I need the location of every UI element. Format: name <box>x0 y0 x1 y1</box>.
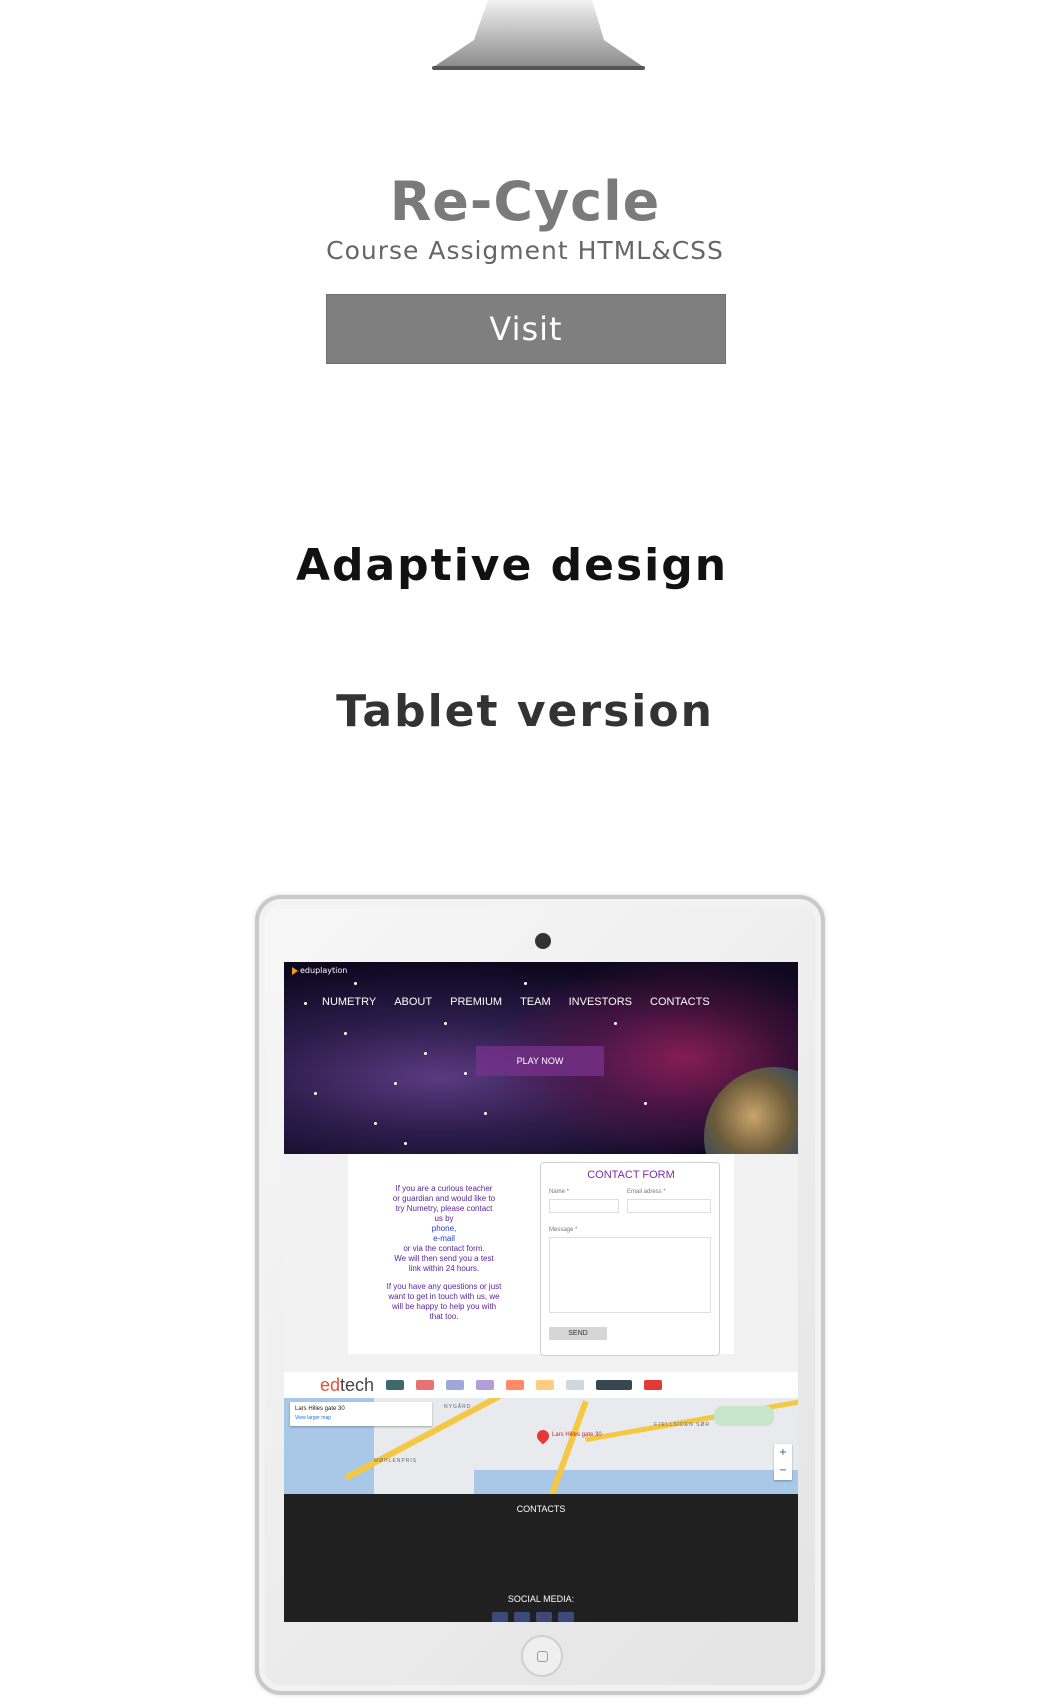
map-place: MØHLENPRIS <box>374 1458 418 1464</box>
edtech-logo: edtech <box>320 1374 375 1395</box>
map-place: NYGÅRD <box>444 1404 472 1410</box>
map-pin-icon[interactable] <box>534 1427 552 1445</box>
name-label: Name * <box>549 1189 570 1195</box>
footer-social-heading: SOCIAL MEDIA: <box>507 1594 575 1604</box>
social-icons <box>492 1612 574 1622</box>
nav-item-about[interactable]: ABOUT <box>394 996 432 1008</box>
map-address: Lars Hilles gate 30 <box>295 1406 345 1412</box>
form-title: CONTACT FORM <box>587 1169 675 1181</box>
twitter-icon[interactable] <box>558 1612 574 1622</box>
message-label: Message * <box>549 1227 578 1233</box>
monitor-stand <box>432 0 645 70</box>
email-link[interactable]: e-mail <box>384 1234 504 1244</box>
footer-contacts-heading: CONTACTS <box>516 1504 566 1514</box>
email-input[interactable] <box>627 1199 711 1213</box>
home-button <box>521 1635 563 1677</box>
partner-logo <box>566 1380 585 1390</box>
partner-logo <box>596 1380 633 1390</box>
contact-form: CONTACT FORM Name * Email adress * Messa… <box>540 1162 720 1356</box>
play-now-button[interactable]: PLAY NOW <box>476 1046 604 1076</box>
project-title: Re-Cycle <box>389 170 661 233</box>
partner-logo <box>476 1380 495 1390</box>
send-button[interactable]: SEND <box>549 1327 607 1340</box>
map-place: FJELLSIDEN SØR <box>654 1422 710 1428</box>
site-footer: CONTACTS SOCIAL MEDIA: <box>284 1494 798 1622</box>
play-icon <box>292 966 298 975</box>
nav-item-investors[interactable]: INVESTORS <box>569 996 632 1008</box>
partner-logo <box>644 1380 663 1390</box>
nav-item-contacts[interactable]: CONTACTS <box>650 996 710 1008</box>
nav-item-team[interactable]: TEAM <box>520 996 551 1008</box>
partners-strip: edtech <box>284 1372 798 1398</box>
partner-logo <box>536 1380 555 1390</box>
map-embed[interactable]: NYGÅRD MØHLENPRIS FJELLSIDEN SØR Lars Hi… <box>284 1398 798 1494</box>
eduplaytion-logo[interactable]: eduplaytion <box>292 966 347 975</box>
youtube-icon[interactable] <box>536 1612 552 1622</box>
project-subtitle: Course Assigment HTML&CSS <box>326 236 724 265</box>
partner-logo <box>446 1380 465 1390</box>
tablet-screen: eduplaytion NUMETRY ABOUT PREMIUM TEAM I… <box>284 962 798 1622</box>
nav-item-premium[interactable]: PREMIUM <box>450 996 502 1008</box>
phone-link[interactable]: phone, <box>384 1224 504 1234</box>
name-input[interactable] <box>549 1199 619 1213</box>
message-input[interactable] <box>549 1237 711 1313</box>
view-larger-map-link[interactable]: View larger map <box>295 1415 331 1421</box>
visit-button[interactable]: Visit <box>326 294 726 364</box>
partner-logo <box>416 1380 435 1390</box>
camera-icon <box>535 933 551 949</box>
hero-banner: eduplaytion NUMETRY ABOUT PREMIUM TEAM I… <box>284 962 798 1207</box>
partner-logo <box>386 1380 405 1390</box>
zoom-in-button[interactable]: + <box>774 1444 792 1462</box>
facebook-icon[interactable] <box>492 1612 508 1622</box>
email-label: Email adress * <box>627 1189 666 1195</box>
tablet-mockup: eduplaytion NUMETRY ABOUT PREMIUM TEAM I… <box>255 895 825 1695</box>
partner-logo <box>506 1380 525 1390</box>
section-title: Adaptive design <box>295 540 729 591</box>
nav-item-numetry[interactable]: NUMETRY <box>322 996 376 1008</box>
map-infobox: Lars Hilles gate 30 View larger map <box>290 1402 432 1426</box>
contact-section: If you are a curious teacher or guardian… <box>284 1154 798 1394</box>
hero-nav: NUMETRY ABOUT PREMIUM TEAM INVESTORS CON… <box>322 996 710 1008</box>
map-pin-label: Lars Hilles gate 30 <box>552 1432 602 1438</box>
zoom-out-button[interactable]: − <box>774 1462 792 1480</box>
contact-info-text: If you are a curious teacher or guardian… <box>384 1184 504 1322</box>
version-title: Tablet version <box>336 686 714 737</box>
instagram-icon[interactable] <box>514 1612 530 1622</box>
map-zoom-control: + − <box>774 1444 792 1480</box>
